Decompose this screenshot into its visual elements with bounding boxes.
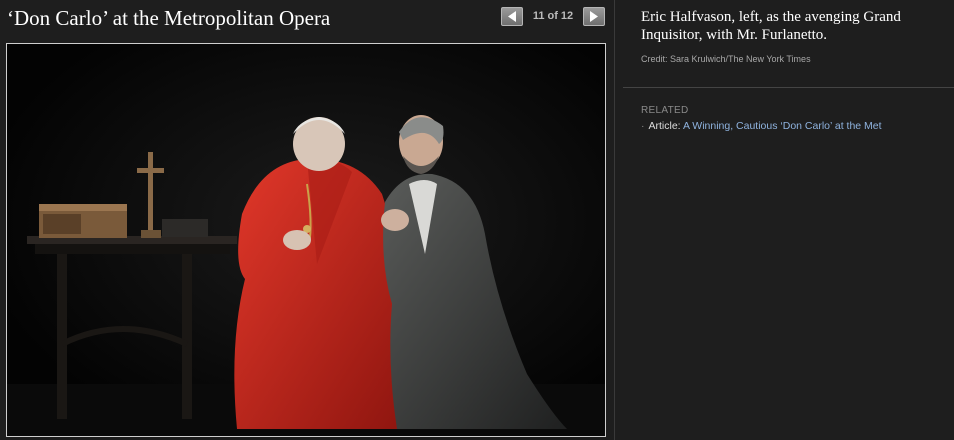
related-article-link[interactable]: A Winning, Cautious ‘Don Carlo’ at the M… (683, 120, 882, 132)
related-article-item: · Article: A Winning, Cautious ‘Don Carlo… (641, 120, 882, 132)
previous-button[interactable] (501, 7, 523, 26)
slideshow-title: ‘Don Carlo’ at the Metropolitan Opera (7, 6, 331, 30)
slide-counter: 11 of 12 (532, 10, 574, 22)
arrow-left-icon (508, 11, 516, 22)
arrow-right-icon (590, 11, 598, 22)
next-button[interactable] (583, 7, 605, 26)
related-heading: RELATED (641, 105, 689, 116)
pager: 11 of 12 (501, 7, 606, 27)
photo-credit: Credit: Sara Krulwich/The New York Times (641, 54, 811, 64)
bullet-icon: · (641, 120, 645, 132)
photo-caption: Eric Halfvason, left, as the avenging Gr… (641, 9, 901, 43)
slideshow-photo (6, 43, 606, 437)
column-divider (614, 0, 615, 440)
section-divider (623, 87, 954, 88)
opera-scene-image (7, 44, 605, 436)
related-article-label: Article: (648, 120, 681, 132)
